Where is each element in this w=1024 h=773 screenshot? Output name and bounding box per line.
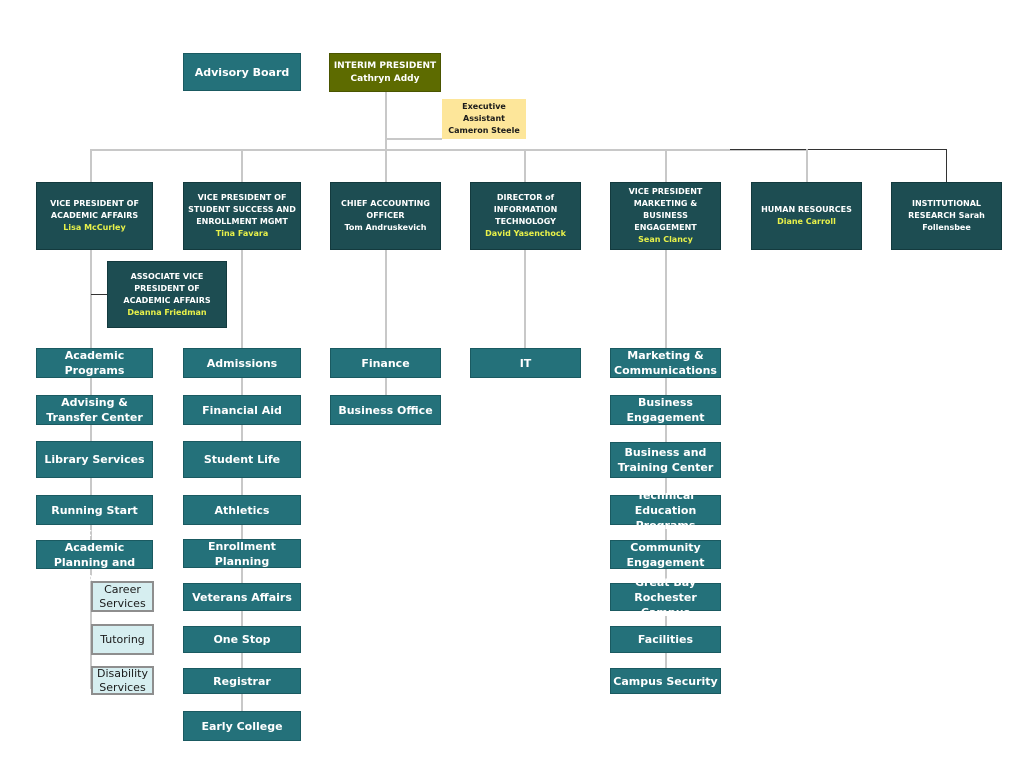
exec-name: Lisa McCurley [63, 223, 126, 232]
subunit-label: Disability Services [97, 666, 148, 694]
president-box[interactable]: INTERIM PRESIDENT Cathryn Addy [329, 53, 441, 92]
unit-label: Business Office [338, 403, 433, 417]
president-name: Cathryn Addy [350, 73, 420, 84]
unit-label: Advising & Transfer Center [46, 396, 143, 424]
unit-label: Running Start [51, 503, 138, 517]
unit-community-engagement[interactable]: Community Engagement [610, 540, 721, 569]
exec-title: HUMAN RESOURCES [761, 205, 852, 214]
exec-title: VICE PRESIDENT OF ACADEMIC AFFAIRS [50, 199, 139, 220]
executive-assistant-box[interactable]: Executive Assistant Cameron Steele [442, 99, 526, 139]
unit-technical-education[interactable]: Technical Education Programs [610, 489, 721, 532]
advisory-board-box[interactable]: Advisory Board [183, 53, 301, 91]
unit-student-life[interactable]: Student Life [183, 441, 301, 478]
unit-label: Admissions [206, 356, 278, 370]
unit-label: Business Engagement [626, 396, 705, 424]
exec-box-marketing[interactable]: VICE PRESIDENT MARKETING & BUSINESS ENGA… [610, 182, 721, 250]
unit-business-office[interactable]: Business Office [330, 395, 441, 425]
exec-title: CHIEF ACCOUNTING OFFICER [341, 199, 430, 220]
connector-line [385, 92, 387, 150]
unit-facilities[interactable]: Facilities [610, 626, 721, 653]
unit-library-services[interactable]: Library Services [36, 441, 153, 478]
unit-label: Finance [361, 356, 410, 370]
advisory-board-label: Advisory Board [194, 65, 290, 79]
unit-label: IT [519, 356, 532, 370]
unit-label: Early College [201, 719, 283, 733]
exec-box-student-success[interactable]: VICE PRESIDENT OF STUDENT SUCCESS AND EN… [183, 182, 301, 250]
exec-box-information-technology[interactable]: DIRECTOR of INFORMATION TECHNOLOGY David… [470, 182, 581, 250]
unit-label: Great Bay Rochester Campus [634, 575, 697, 619]
exec-name: Diane Carroll [777, 217, 836, 226]
unit-advising-transfer[interactable]: Advising & Transfer Center [36, 395, 153, 425]
unit-label: Business and Training Center [617, 446, 714, 474]
unit-early-college[interactable]: Early College [183, 711, 301, 741]
unit-finance[interactable]: Finance [330, 348, 441, 378]
unit-admissions[interactable]: Admissions [183, 348, 301, 378]
connector-line [386, 138, 442, 140]
exec-name: Tom Andruskevich [344, 223, 427, 232]
exec-title: VICE PRESIDENT MARKETING & BUSINESS ENGA… [628, 187, 703, 232]
associate-vp-box[interactable]: ASSOCIATE VICE PRESIDENT OF ACADEMIC AFF… [107, 261, 227, 328]
unit-label: Campus Security [613, 674, 718, 688]
exec-title: DIRECTOR of INFORMATION TECHNOLOGY [493, 193, 558, 226]
exec-title: INSTITUTIONAL RESEARCH Sarah Follensbee [908, 199, 985, 232]
exec-box-institutional-research[interactable]: INSTITUTIONAL RESEARCH Sarah Follensbee [891, 182, 1002, 250]
associate-vp-name: Deanna Friedman [127, 307, 207, 317]
unit-academic-programs[interactable]: Academic Programs [36, 348, 153, 378]
assistant-line1: Executive [462, 102, 506, 111]
unit-one-stop[interactable]: One Stop [183, 626, 301, 653]
subunit-disability-services[interactable]: Disability Services [91, 666, 154, 695]
unit-label: Technical Education Programs [634, 488, 697, 532]
unit-label: Financial Aid [202, 403, 282, 417]
unit-campus-security[interactable]: Campus Security [610, 668, 721, 694]
connector-line [946, 149, 947, 183]
subunit-label: Career Services [99, 582, 146, 610]
exec-title: VICE PRESIDENT OF STUDENT SUCCESS AND EN… [188, 193, 296, 226]
unit-athletics[interactable]: Athletics [183, 495, 301, 525]
unit-label: Marketing & Communications [614, 349, 717, 377]
unit-it[interactable]: IT [470, 348, 581, 378]
unit-great-bay-rochester[interactable]: Great Bay Rochester Campus [610, 576, 721, 619]
unit-enrollment-planning[interactable]: Enrollment Planning [183, 539, 301, 568]
exec-box-accounting[interactable]: CHIEF ACCOUNTING OFFICER Tom Andruskevic… [330, 182, 441, 250]
president-title: INTERIM PRESIDENT [333, 60, 437, 71]
unit-label: Facilities [637, 633, 694, 646]
unit-business-training-center[interactable]: Business and Training Center [610, 442, 721, 478]
unit-label: Center for Academic Planning and Support [53, 525, 136, 584]
subunit-tutoring[interactable]: Tutoring [91, 624, 154, 655]
unit-label: Veterans Affairs [192, 590, 292, 604]
exec-name: Sean Clancy [638, 235, 693, 244]
unit-label: Athletics [214, 503, 270, 517]
exec-box-academic-affairs[interactable]: VICE PRESIDENT OF ACADEMIC AFFAIRS Lisa … [36, 182, 153, 250]
unit-label: Registrar [213, 674, 271, 688]
unit-label: Community Engagement [626, 540, 705, 569]
unit-running-start[interactable]: Running Start [36, 495, 153, 525]
connector-line [730, 149, 947, 150]
unit-veterans-affairs[interactable]: Veterans Affairs [183, 583, 301, 611]
connector-line [806, 149, 808, 183]
exec-name: Tina Favara [215, 229, 269, 238]
exec-name: David Yasenchock [485, 229, 566, 238]
subunit-career-services[interactable]: Career Services [91, 581, 154, 612]
unit-business-engagement[interactable]: Business Engagement [610, 395, 721, 425]
exec-box-human-resources[interactable]: HUMAN RESOURCES Diane Carroll [751, 182, 862, 250]
unit-marketing-communications[interactable]: Marketing & Communications [610, 348, 721, 378]
unit-label: Student Life [203, 453, 281, 466]
unit-label: Library Services [44, 453, 145, 466]
unit-financial-aid[interactable]: Financial Aid [183, 395, 301, 425]
unit-label: Enrollment Planning [208, 539, 276, 568]
unit-label: One Stop [213, 633, 271, 646]
assistant-name: Cameron Steele [448, 126, 520, 135]
unit-registrar[interactable]: Registrar [183, 668, 301, 694]
connector-line [90, 149, 808, 151]
connector-line [91, 294, 107, 295]
unit-center-academic-planning[interactable]: Center for Academic Planning and Support [36, 526, 153, 584]
unit-label: Academic Programs [64, 349, 125, 377]
subunit-label: Tutoring [100, 632, 145, 646]
assistant-line2: Assistant [463, 114, 505, 123]
associate-vp-title: ASSOCIATE VICE PRESIDENT OF ACADEMIC AFF… [123, 271, 211, 305]
